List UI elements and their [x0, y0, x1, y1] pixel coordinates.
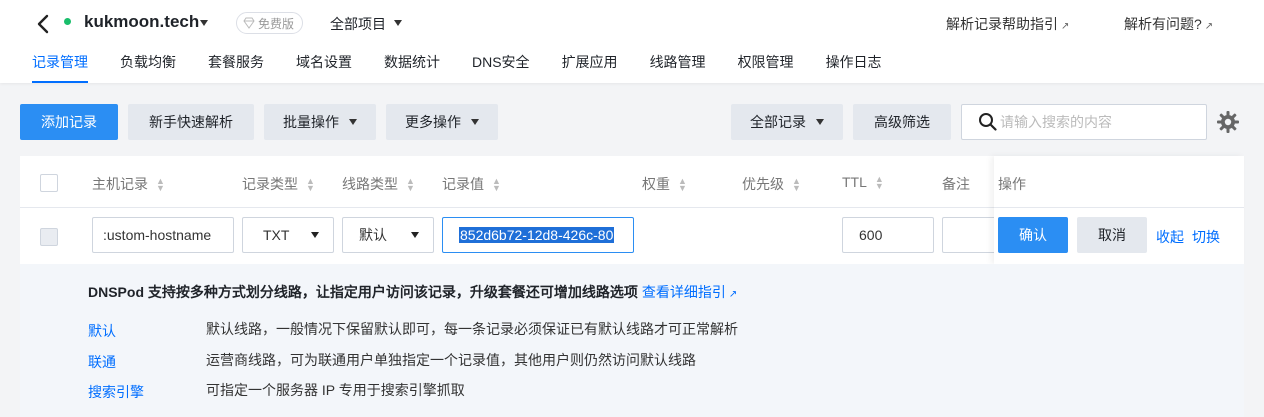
search-icon[interactable] [978, 112, 998, 132]
tip-title: DNSPod 支持按多种方式划分线路，让指定用户访问该记录，升级套餐还可增加线路… [88, 282, 737, 302]
record-type-value: TXT [263, 227, 290, 243]
external-link-icon: ↗ [1204, 21, 1214, 32]
search-input[interactable] [1000, 114, 1200, 130]
help-guide-label: 解析记录帮助指引 [946, 16, 1058, 32]
advanced-filter-button[interactable]: 高级筛选 [853, 104, 951, 140]
tab-statistics[interactable]: 数据统计 [384, 52, 440, 80]
note-input[interactable] [942, 217, 1002, 253]
collapse-link[interactable]: 收起 [1156, 227, 1184, 247]
tab-load-balancing[interactable]: 负载均衡 [120, 52, 176, 80]
record-value-selected-text: 852d6b72-12d8-426c-80 [459, 227, 615, 243]
sort-icon[interactable]: ▲ ▼ [792, 177, 801, 193]
column-value-label: 记录值 [442, 176, 484, 192]
record-value-input[interactable]: 852d6b72-12d8-426c-80 [442, 217, 634, 253]
tab-domain-settings[interactable]: 域名设置 [296, 52, 352, 80]
all-records-filter[interactable]: 全部记录 [731, 104, 843, 140]
operations-panel: 操作 确认 取消 收起 切换 [994, 156, 1244, 264]
column-priority-label: 优先级 [742, 176, 784, 192]
more-ops-label: 更多操作 [405, 114, 461, 130]
line-type-value: 默认 [359, 227, 387, 243]
problem-link[interactable]: 解析有问题? ↗ [1124, 14, 1213, 34]
column-line-label: 线路类型 [342, 176, 398, 192]
column-ttl-label: TTL [842, 174, 867, 190]
detail-guide-label: 查看详细指引 [641, 284, 726, 300]
sort-icon[interactable]: ▲ ▼ [406, 177, 415, 193]
column-ops: 操作 [998, 176, 1026, 192]
sort-icon[interactable]: ▲ ▼ [492, 177, 501, 193]
more-ops-button[interactable]: 更多操作 [386, 104, 498, 140]
gear-icon[interactable] [1216, 110, 1240, 134]
column-note: 备注 [942, 176, 970, 192]
batch-ops-label: 批量操作 [283, 114, 339, 130]
external-link-icon: ↗ [1061, 21, 1070, 32]
problem-label: 解析有问题? [1124, 16, 1202, 32]
column-weight[interactable]: 权重 ▲ ▼ [642, 174, 687, 194]
line-tip-panel: DNSPod 支持按多种方式划分线路，让指定用户访问该记录，升级套餐还可增加线路… [20, 264, 1244, 417]
tab-record-management[interactable]: 记录管理 [32, 52, 88, 83]
column-value[interactable]: 记录值 ▲ ▼ [442, 174, 501, 194]
domain-dropdown-caret-icon[interactable] [200, 20, 208, 26]
plan-badge: 免费版 [236, 12, 304, 34]
divider [994, 207, 1244, 208]
detail-guide-link[interactable]: 查看详细指引 ↗ [642, 284, 737, 300]
tip-line-search-engine-desc: 可指定一个服务器 IP 专用于搜索引擎抓取 [206, 382, 465, 398]
caret-down-icon [311, 232, 319, 238]
tip-line-default[interactable]: 默认 [88, 321, 116, 341]
quick-setup-button[interactable]: 新手快速解析 [128, 104, 254, 140]
sort-icon[interactable]: ▲ ▼ [306, 177, 315, 193]
column-weight-label: 权重 [642, 176, 670, 192]
tip-line-unicom-desc: 运营商线路，可为联通用户单独指定一个记录值，其他用户则仍然访问默认线路 [206, 352, 696, 368]
tab-operation-log[interactable]: 操作日志 [826, 52, 882, 80]
cancel-button[interactable]: 取消 [1077, 217, 1147, 253]
top-header: kukmoon.tech 免费版 全部项目 解析记录帮助指引 ↗ 解析有问题? ↗ … [0, 0, 1264, 83]
tab-line-management[interactable]: 线路管理 [650, 52, 706, 80]
column-type[interactable]: 记录类型 ▲ ▼ [242, 174, 315, 194]
tip-line-search-engine[interactable]: 搜索引擎 [88, 382, 144, 402]
column-line[interactable]: 线路类型 ▲ ▼ [342, 174, 415, 194]
caret-down-icon [411, 232, 419, 238]
line-type-select[interactable]: 默认 [342, 217, 434, 253]
record-type-select[interactable]: TXT [242, 217, 334, 253]
sort-icon[interactable]: ▲ ▼ [678, 177, 687, 193]
main-tabs: 记录管理 负载均衡 套餐服务 域名设置 数据统计 DNS安全 扩展应用 线路管理… [32, 52, 914, 83]
row-checkbox[interactable] [40, 228, 58, 246]
external-link-icon: ↗ [728, 289, 738, 300]
add-record-button[interactable]: 添加记录 [20, 104, 118, 140]
batch-ops-button[interactable]: 批量操作 [264, 104, 376, 140]
back-arrow-icon[interactable] [34, 12, 54, 36]
column-host-label: 主机记录 [92, 176, 148, 192]
confirm-button[interactable]: 确认 [998, 217, 1068, 253]
ttl-input[interactable]: 600 [842, 217, 934, 253]
sort-icon[interactable]: ▲ ▼ [875, 175, 884, 191]
caret-down-icon [816, 119, 824, 125]
sort-icon[interactable]: ▲ ▼ [156, 177, 165, 193]
domain-status-dot [64, 18, 71, 25]
tab-dns-security[interactable]: DNS安全 [472, 52, 530, 80]
tab-plan-service[interactable]: 套餐服务 [208, 52, 264, 80]
caret-down-icon [349, 119, 357, 125]
plan-badge-label: 免费版 [258, 16, 295, 31]
tab-permissions[interactable]: 权限管理 [738, 52, 794, 80]
column-host[interactable]: 主机记录 ▲ ▼ [92, 174, 165, 194]
column-type-label: 记录类型 [242, 176, 298, 192]
host-input[interactable]: :ustom-hostname [92, 217, 234, 253]
tip-line-unicom[interactable]: 联通 [88, 352, 116, 372]
column-ttl[interactable]: TTL ▲ ▼ [842, 174, 884, 191]
tab-extensions[interactable]: 扩展应用 [562, 52, 618, 80]
column-priority[interactable]: 优先级 ▲ ▼ [742, 174, 801, 194]
help-guide-link[interactable]: 解析记录帮助指引 ↗ [946, 14, 1069, 34]
search-box [961, 104, 1207, 140]
project-selector[interactable]: 全部项目 [330, 14, 386, 34]
select-all-checkbox[interactable] [40, 174, 58, 192]
caret-down-icon [471, 119, 479, 125]
diamond-icon [243, 17, 255, 29]
tip-line-default-desc: 默认线路，一般情况下保留默认即可，每一条记录必须保证已有默认线路才可正常解析 [206, 321, 738, 337]
records-table: 主机记录 ▲ ▼ 记录类型 ▲ ▼ 线路类型 ▲ ▼ 记录值 ▲ ▼ 权重 ▲ ▼ 优先级 ▲ ▼ TT… [20, 156, 1244, 417]
switch-link[interactable]: 切换 [1192, 227, 1220, 247]
domain-name[interactable]: kukmoon.tech [84, 12, 199, 32]
tip-title-text: DNSPod 支持按多种方式划分线路，让指定用户访问该记录，升级套餐还可增加线路… [88, 284, 638, 300]
all-records-label: 全部记录 [750, 114, 806, 130]
project-dropdown-caret-icon[interactable] [394, 20, 402, 26]
